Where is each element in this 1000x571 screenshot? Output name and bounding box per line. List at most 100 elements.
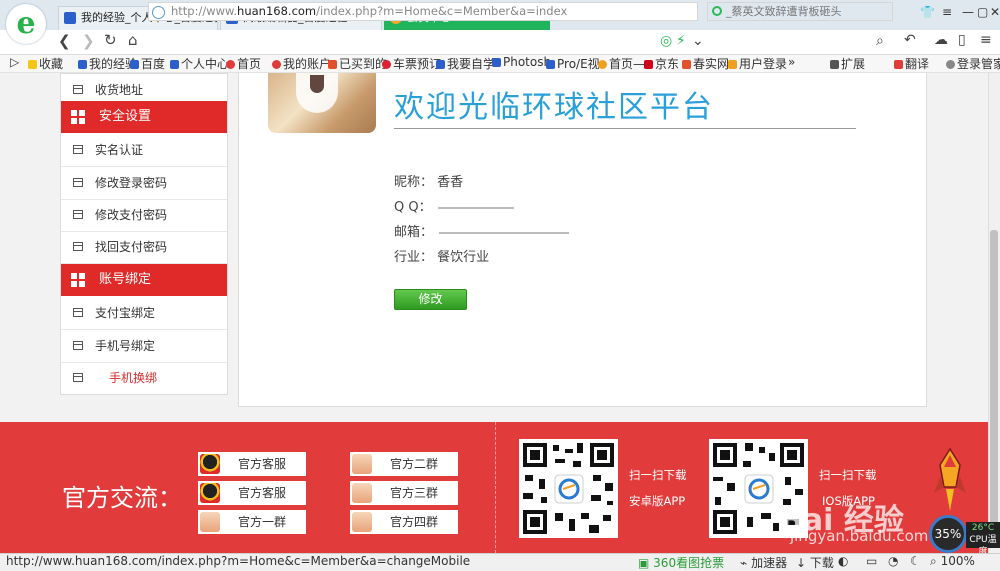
home-icon[interactable]: ⌂ xyxy=(128,31,138,49)
night-mode-icon[interactable]: ☾ xyxy=(910,554,921,568)
qq-group-button-4[interactable]: 官方四群 xyxy=(350,510,458,534)
bookmark-jd[interactable]: 京东 xyxy=(644,55,679,72)
bookmark-my-account[interactable]: 我的账户 xyxy=(272,55,331,72)
sidebar-item-label: 找回支付密码 xyxy=(95,240,168,254)
bookmark-photoshop[interactable]: Photosh xyxy=(492,55,551,69)
shield-icon[interactable]: ◎ xyxy=(660,33,672,49)
extensions-button[interactable]: 扩展 xyxy=(830,55,865,72)
status-item-label: 下载 xyxy=(809,556,834,570)
bookmark-favorites[interactable]: 收藏 xyxy=(28,55,63,72)
shirt-icon[interactable]: 👕 xyxy=(920,5,935,19)
baidu-watermark-url: jingyan.baidu.com xyxy=(790,527,929,545)
bookmark-home[interactable]: 首页 xyxy=(226,55,261,72)
navigation-bar xyxy=(0,30,1000,55)
sidebar-header-account-binding: 账号绑定 xyxy=(61,264,227,296)
minimize-icon[interactable]: — xyxy=(962,5,974,19)
sidebar-item-real-name[interactable]: 实名认证 xyxy=(61,134,227,167)
scrollbar-thumb[interactable] xyxy=(990,230,998,530)
group-icon xyxy=(352,483,372,503)
back-icon[interactable]: ❮ xyxy=(58,32,71,50)
bookmark-label: 用户登录 xyxy=(739,57,788,71)
bookmarks-overflow[interactable]: » xyxy=(788,55,795,69)
bookmark-ticket[interactable]: 车票预订 xyxy=(382,55,441,72)
zoom-level[interactable]: ⌕ 100% xyxy=(930,554,975,569)
qq-group-button-3[interactable]: 官方三群 xyxy=(350,481,458,505)
bookmark-shishi[interactable]: 春实网 xyxy=(682,55,729,72)
menu-icon[interactable]: ≡ xyxy=(942,5,952,19)
qq-button-label: 官方二群 xyxy=(390,457,439,471)
phone-icon[interactable]: ▯ xyxy=(958,32,966,48)
bookmark-label: 车票预订 xyxy=(393,57,442,71)
android-qr-code xyxy=(519,439,618,538)
sidebar-item-label: 手机换绑 xyxy=(109,371,158,385)
forward-icon[interactable]: ❯ xyxy=(82,32,95,50)
refresh-icon[interactable]: ↻ xyxy=(104,31,117,49)
title-divider xyxy=(394,128,856,129)
search-engine-icon xyxy=(712,6,722,16)
android-qr-line2: 安卓版APP xyxy=(629,494,686,508)
bookmark-my-experience[interactable]: 我的经验 xyxy=(78,55,137,72)
bookmark-user-login[interactable]: 用户登录 xyxy=(728,55,787,72)
login-manager-button[interactable]: 登录管家 xyxy=(946,55,1000,72)
sound-icon[interactable]: ◔ xyxy=(888,554,898,568)
sidebar-item-phone-binding[interactable]: 手机号绑定 xyxy=(61,330,227,363)
email-value-redacted xyxy=(439,231,570,234)
field-label: Q Q： xyxy=(394,200,432,215)
address-bar[interactable]: http://www.huan168.com/index.php?m=Home&… xyxy=(148,2,698,21)
welcome-title: 欢迎光临环球社区平台 xyxy=(394,90,714,125)
list-icon xyxy=(73,178,83,187)
maximize-icon[interactable]: ▢ xyxy=(977,5,988,19)
sidebar-item-alipay-binding[interactable]: 支付宝绑定 xyxy=(61,297,227,330)
cloud-icon[interactable]: ☁ xyxy=(934,32,948,48)
search-input[interactable]: _蔡英文致辞遭背板砸头 xyxy=(707,2,893,21)
bookmark-personal-center[interactable]: 个人中心 xyxy=(170,55,229,72)
bookmark-purchased[interactable]: 已买到的 xyxy=(328,55,387,72)
android-qr-line1: 扫一扫下载 xyxy=(629,468,687,482)
search-placeholder: _蔡英文致辞遭背板砸头 xyxy=(726,5,842,18)
qq-service-button-1[interactable]: 官方客服 xyxy=(198,452,306,476)
bookmark-label: 首页— xyxy=(609,57,646,71)
chevron-down-icon[interactable]: ⌄ xyxy=(692,33,704,49)
bookmark-home-2[interactable]: 首页— xyxy=(598,55,645,72)
edit-profile-button[interactable]: 修改 xyxy=(394,289,467,310)
accelerator-button[interactable]: ⌁ 加速器 xyxy=(740,554,787,571)
sidebar-item-recover-pay-password[interactable]: 找回支付密码 xyxy=(61,231,227,264)
translate-button[interactable]: 翻译 xyxy=(894,55,929,72)
bookmark-baidu[interactable]: 百度 xyxy=(130,55,165,72)
close-window-icon[interactable]: ✕ xyxy=(990,5,1000,19)
sidebar-toggle-icon[interactable]: ▷ xyxy=(10,55,19,69)
lightning-icon[interactable]: ⚡ xyxy=(676,33,686,49)
more-icon[interactable]: ≡ xyxy=(980,32,992,48)
sidebar-item-change-pay-password[interactable]: 修改支付密码 xyxy=(61,199,227,232)
downloads-button[interactable]: ↓ 下载 xyxy=(796,554,834,571)
bookmark-self-study[interactable]: 我要自学 xyxy=(436,55,495,72)
ticket-grab-link[interactable]: ▣ 360看图抢票 xyxy=(638,554,724,571)
bookmark-label: 春实网 xyxy=(693,57,730,71)
status-item-label: 100% xyxy=(940,554,975,568)
nickname-row: 昵称： 香香 xyxy=(394,171,463,190)
status-url: http://www.huan168.com/index.php?m=Home&… xyxy=(6,554,471,568)
status-item-label: 加速器 xyxy=(751,556,788,570)
sidebar-item-change-login-password[interactable]: 修改登录密码 xyxy=(61,167,227,200)
temp-value: 26°C xyxy=(971,523,995,533)
zoom-icon: ⌕ xyxy=(930,554,937,568)
bookmark-label: Photosh xyxy=(503,55,552,69)
status-item-label: 360看图抢票 xyxy=(653,556,725,570)
bookmark-proe[interactable]: Pro/E视 xyxy=(546,55,600,72)
qq-group-button-2[interactable]: 官方二群 xyxy=(350,452,458,476)
download-icon: ↓ xyxy=(796,556,807,570)
qq-group-button-1[interactable]: 官方一群 xyxy=(198,510,306,534)
undo-icon[interactable]: ↶ xyxy=(904,32,916,48)
bookmark-label: 个人中心 xyxy=(181,57,230,71)
screenshot-icon[interactable]: ▭ xyxy=(866,554,877,568)
search-icon[interactable]: ⌕ xyxy=(876,33,884,49)
sidebar-item-change-phone[interactable]: 手机换绑 xyxy=(61,362,227,394)
speed-ball-widget[interactable]: 35% xyxy=(929,515,967,553)
list-icon xyxy=(73,85,83,94)
qq-service-button-2[interactable]: 官方客服 xyxy=(198,481,306,505)
browser-logo-icon[interactable]: e xyxy=(6,4,46,44)
list-icon xyxy=(73,242,83,251)
group-icon xyxy=(352,512,372,532)
email-row: 邮箱： xyxy=(394,221,570,240)
ie-mode-icon[interactable]: ◐ xyxy=(838,554,848,568)
